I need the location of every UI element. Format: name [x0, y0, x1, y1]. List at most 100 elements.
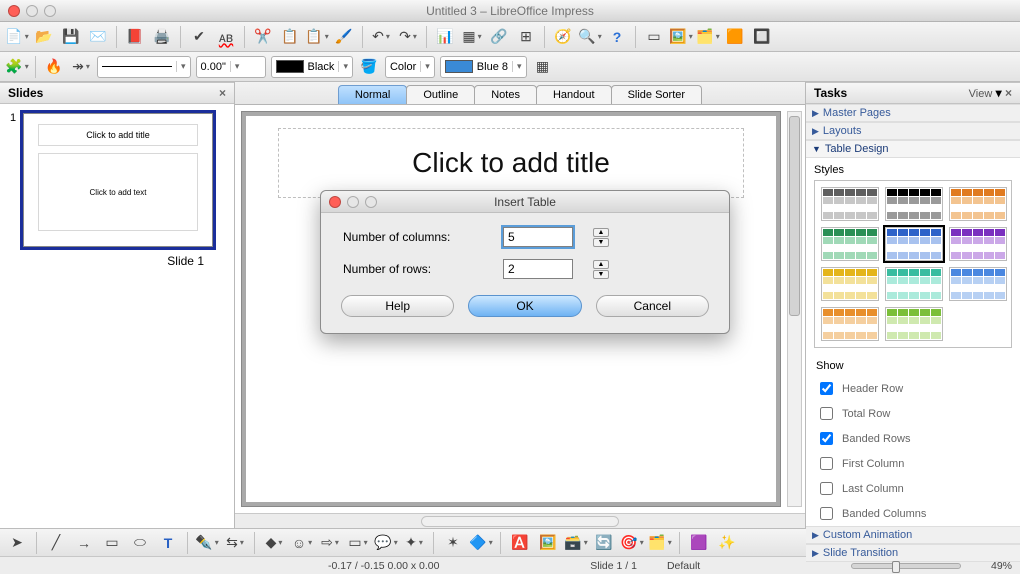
- table-style-option[interactable]: [821, 187, 879, 221]
- rect-icon[interactable]: ▭: [101, 532, 123, 554]
- slide-design-button[interactable]: 🖼️: [670, 26, 692, 48]
- basic-shapes-icon[interactable]: ◆: [263, 532, 285, 554]
- text-icon[interactable]: T: [157, 532, 179, 554]
- copy-button[interactable]: 📋: [279, 26, 301, 48]
- zoom-slider[interactable]: [851, 563, 961, 569]
- points-icon[interactable]: ✶: [442, 532, 464, 554]
- chk-banded-cols[interactable]: Banded Columns: [816, 501, 1010, 526]
- chk-banded-rows[interactable]: Banded Rows: [816, 426, 1010, 451]
- tab-normal[interactable]: Normal: [338, 85, 407, 104]
- slide-canvas[interactable]: Click to add title Insert Table: [241, 111, 781, 507]
- new-doc-button[interactable]: 📄: [6, 26, 28, 48]
- curve-icon[interactable]: ✒️: [196, 532, 218, 554]
- print-button[interactable]: 🖨️: [151, 26, 173, 48]
- table-style-option[interactable]: [821, 267, 879, 301]
- help-button[interactable]: ?: [606, 26, 628, 48]
- table-button[interactable]: ▦: [461, 26, 483, 48]
- tasks-view-menu[interactable]: View: [969, 88, 993, 100]
- gluepoints-icon[interactable]: 🔷: [470, 532, 492, 554]
- hyperlink-button[interactable]: 🔗: [488, 26, 510, 48]
- arrow-line-icon[interactable]: →: [73, 532, 95, 554]
- table-style-option[interactable]: [885, 267, 943, 301]
- tasks-cat-layouts[interactable]: ▶Layouts: [806, 122, 1020, 140]
- arrange-button[interactable]: 🧩: [6, 56, 28, 78]
- format-paintbrush-button[interactable]: 🖌️: [333, 26, 355, 48]
- vertical-scrollbar[interactable]: [787, 111, 802, 507]
- close-icon[interactable]: ×: [219, 86, 226, 100]
- display-grid-button[interactable]: ⊞: [515, 26, 537, 48]
- chk-first-col[interactable]: First Column: [816, 451, 1010, 476]
- more-button[interactable]: 🔲: [751, 26, 773, 48]
- fill-type-combo[interactable]: Color▾: [385, 56, 435, 78]
- ok-button[interactable]: OK: [468, 295, 581, 317]
- pdf-export-button[interactable]: 📕: [124, 26, 146, 48]
- undo-button[interactable]: ↶: [370, 26, 392, 48]
- tab-outline[interactable]: Outline: [406, 85, 475, 104]
- tasks-close-icon[interactable]: ×: [1005, 86, 1012, 100]
- email-button[interactable]: ✉️: [87, 26, 109, 48]
- callout-icon[interactable]: 💬: [375, 532, 397, 554]
- tasks-cat-slide-trans[interactable]: ▶Slide Transition: [806, 544, 1020, 562]
- horizontal-scrollbar[interactable]: [421, 516, 619, 527]
- slide-layout-button[interactable]: 🗂️: [697, 26, 719, 48]
- chart-button[interactable]: 📊: [434, 26, 456, 48]
- cut-button[interactable]: ✂️: [252, 26, 274, 48]
- align-icon[interactable]: 🎯: [621, 532, 643, 554]
- table-style-option[interactable]: [821, 307, 879, 341]
- animation-icon[interactable]: ✨: [716, 532, 738, 554]
- tasks-cat-master[interactable]: ▶Master Pages: [806, 104, 1020, 122]
- table-style-option[interactable]: [885, 227, 943, 261]
- tasks-cat-table[interactable]: ▼Table Design: [806, 140, 1020, 158]
- columns-stepper[interactable]: ▲▼: [593, 228, 623, 247]
- fontwork-icon[interactable]: 🅰️: [509, 532, 531, 554]
- navigator-button[interactable]: 🧭: [552, 26, 574, 48]
- from-file-icon[interactable]: 🖼️: [537, 532, 559, 554]
- table-style-option[interactable]: [885, 307, 943, 341]
- rows-stepper[interactable]: ▲▼: [593, 260, 623, 279]
- bucket-icon[interactable]: 🪣: [358, 56, 380, 78]
- tab-slide-sorter[interactable]: Slide Sorter: [611, 85, 702, 104]
- symbol-shapes-icon[interactable]: ☺: [291, 532, 313, 554]
- table-style-option[interactable]: [949, 227, 1007, 261]
- table-style-option[interactable]: [885, 187, 943, 221]
- stars-icon[interactable]: ✦: [403, 532, 425, 554]
- cancel-button[interactable]: Cancel: [596, 295, 709, 317]
- table-style-option[interactable]: [949, 267, 1007, 301]
- chk-header-row[interactable]: Header Row: [816, 376, 1010, 401]
- paste-button[interactable]: 📋: [306, 26, 328, 48]
- ellipse-icon[interactable]: ⬭: [129, 532, 151, 554]
- pointer-icon[interactable]: ➤: [6, 532, 28, 554]
- autospell-button[interactable]: ᴀʙ: [215, 26, 237, 48]
- zoom-button[interactable]: 🔍: [579, 26, 601, 48]
- table-style-option[interactable]: [821, 227, 879, 261]
- line-end-button[interactable]: ↠: [70, 56, 92, 78]
- spelling-button[interactable]: ✔︎: [188, 26, 210, 48]
- tasks-cat-custom-anim[interactable]: ▶Custom Animation: [806, 526, 1020, 544]
- line-icon[interactable]: ╱: [45, 532, 67, 554]
- connector-icon[interactable]: ⇆: [224, 532, 246, 554]
- slide-button[interactable]: ▭: [643, 26, 665, 48]
- save-button[interactable]: 💾: [60, 26, 82, 48]
- gallery-icon[interactable]: 🗃️: [565, 532, 587, 554]
- rotate-icon[interactable]: 🔄: [593, 532, 615, 554]
- redo-button[interactable]: ↷: [397, 26, 419, 48]
- table-style-option[interactable]: [949, 187, 1007, 221]
- flame-icon[interactable]: 🔥: [43, 56, 65, 78]
- flowchart-icon[interactable]: ▭: [347, 532, 369, 554]
- shadow-toggle-button[interactable]: ▦: [532, 56, 554, 78]
- presentation-button[interactable]: 🟧: [724, 26, 746, 48]
- line-color-combo[interactable]: Black▾: [271, 56, 353, 78]
- help-button[interactable]: Help: [341, 295, 454, 317]
- extrusion-icon[interactable]: 🟪: [688, 532, 710, 554]
- slide-title-placeholder[interactable]: Click to add title: [278, 128, 744, 198]
- columns-input[interactable]: [503, 227, 573, 247]
- chk-last-col[interactable]: Last Column: [816, 476, 1010, 501]
- line-width-field[interactable]: 0.00"▾: [196, 56, 266, 78]
- line-style-combo[interactable]: ▾: [97, 56, 191, 78]
- tab-notes[interactable]: Notes: [474, 85, 537, 104]
- block-arrows-icon[interactable]: ⇨: [319, 532, 341, 554]
- chk-total-row[interactable]: Total Row: [816, 401, 1010, 426]
- tab-handout[interactable]: Handout: [536, 85, 612, 104]
- slide-thumb[interactable]: Click to add title Click to add text: [20, 110, 216, 250]
- open-button[interactable]: 📂: [33, 26, 55, 48]
